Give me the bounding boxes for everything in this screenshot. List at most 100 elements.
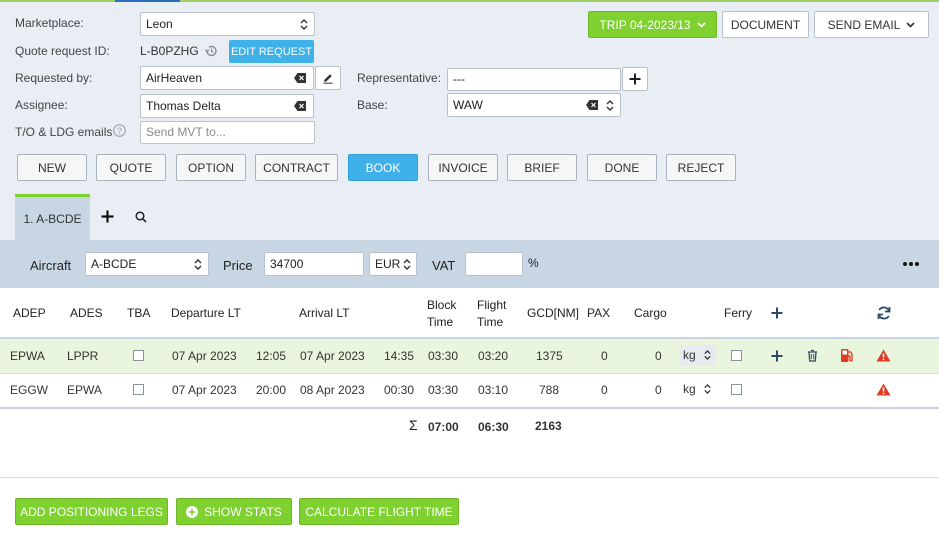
status-contract-button[interactable]: CONTRACT	[255, 154, 338, 181]
leg-cargo[interactable]: 0	[655, 373, 662, 408]
vat-percent-label: %	[528, 256, 539, 270]
assignee-field[interactable]: Thomas Delta	[140, 94, 314, 118]
col-cargo: Cargo	[634, 306, 667, 320]
add-tab-plus-icon[interactable]	[101, 210, 114, 223]
edit-requester-button[interactable]	[315, 66, 341, 90]
add-leg-plus-icon[interactable]	[771, 307, 783, 319]
sum-sigma: Σ	[409, 417, 418, 433]
price-label: Price	[223, 258, 253, 273]
status-quote-button[interactable]: QUOTE	[96, 154, 166, 181]
cargo-unit-select[interactable]: kg	[680, 379, 716, 400]
representative-field[interactable]: ---	[447, 68, 621, 91]
vat-input[interactable]	[465, 252, 523, 276]
base-label: Base:	[357, 98, 388, 112]
leg-pax[interactable]: 0	[601, 373, 608, 408]
status-new-button[interactable]: NEW	[17, 154, 87, 181]
add-leg-plus-icon[interactable]	[771, 350, 783, 362]
warning-icon[interactable]	[876, 349, 891, 362]
calculate-flight-time-button[interactable]: CALCULATE FLIGHT TIME	[299, 498, 459, 525]
tab-label: 1. A-BCDE	[23, 211, 82, 226]
status-invoice-button[interactable]: INVOICE	[428, 154, 498, 181]
quote-id-value: L-B0PZHG	[140, 44, 199, 58]
quote-id-label: Quote request ID:	[15, 44, 110, 58]
send-email-button[interactable]: SEND EMAIL	[814, 11, 929, 38]
cargo-unit-value: kg	[683, 382, 696, 396]
leg-block-time[interactable]: 03:30	[428, 373, 458, 408]
base-select[interactable]: WAW	[447, 93, 621, 117]
leg-adep[interactable]: EPWA	[10, 339, 45, 374]
leg-flight-time[interactable]: 03:10	[478, 373, 508, 408]
send-email-label: SEND EMAIL	[827, 17, 901, 32]
emails-input[interactable]: Send MVT to...	[140, 121, 315, 144]
col-adep: ADEP	[13, 306, 46, 320]
leg-adep[interactable]: EGGW	[10, 373, 48, 408]
trash-icon[interactable]	[807, 349, 818, 362]
leg-cargo[interactable]: 0	[655, 339, 662, 374]
clear-icon[interactable]	[586, 100, 598, 110]
status-label: QUOTE	[109, 160, 153, 175]
marketplace-select[interactable]: Leon	[140, 12, 315, 36]
leg-pax[interactable]: 0	[601, 339, 608, 374]
leg-flight-time[interactable]: 03:20	[478, 339, 508, 374]
status-option-button[interactable]: OPTION	[176, 154, 246, 181]
leg-block-time[interactable]: 03:30	[428, 339, 458, 374]
document-button[interactable]: DOCUMENT	[722, 11, 809, 38]
tba-checkbox[interactable]	[133, 350, 144, 361]
requested-by-field[interactable]: AirHeaven	[140, 66, 314, 90]
ferry-checkbox[interactable]	[731, 350, 742, 361]
status-brief-button[interactable]: BRIEF	[507, 154, 577, 181]
clear-icon[interactable]	[294, 101, 306, 111]
assignee-value: Thomas Delta	[146, 99, 221, 113]
more-options-icon[interactable]	[902, 261, 920, 267]
leg-dep-time[interactable]: 12:05	[256, 339, 286, 374]
add-representative-button[interactable]	[622, 67, 648, 91]
help-icon[interactable]: ?	[113, 124, 126, 137]
table-row[interactable]: EPWA LPPR 07 Apr 2023 12:05 07 Apr 2023 …	[0, 339, 939, 374]
leg-arr-date[interactable]: 07 Apr 2023	[300, 339, 365, 374]
leg-arr-date[interactable]: 08 Apr 2023	[300, 373, 365, 408]
clear-icon[interactable]	[294, 73, 306, 83]
status-reject-button[interactable]: REJECT	[666, 154, 736, 181]
currency-value: EUR	[375, 257, 401, 271]
leg-dep-time[interactable]: 20:00	[256, 373, 286, 408]
fuel-icon[interactable]	[840, 348, 854, 363]
status-done-button[interactable]: DONE	[587, 154, 657, 181]
price-input[interactable]: 34700	[264, 252, 364, 276]
leg-arr-time[interactable]: 00:30	[384, 373, 414, 408]
col-arrival: Arrival LT	[299, 306, 350, 320]
marketplace-value: Leon	[146, 17, 173, 31]
col-flight-time-1: Flight	[477, 298, 507, 312]
show-stats-button[interactable]: SHOW STATS	[176, 498, 292, 525]
updown-chevron-icon	[606, 100, 614, 111]
pencil-icon	[323, 74, 333, 84]
table-row[interactable]: EGGW EPWA 07 Apr 2023 20:00 08 Apr 2023 …	[0, 373, 939, 408]
emails-label: T/O & LDG emails	[15, 125, 113, 139]
tab-aircraft-1[interactable]: 1. A-BCDE	[15, 194, 90, 240]
currency-select[interactable]: EUR	[369, 252, 417, 276]
chevron-down-icon	[697, 21, 706, 28]
refresh-icon[interactable]	[876, 305, 892, 321]
col-departure: Departure LT	[171, 306, 241, 320]
edit-request-button[interactable]: EDIT REQUEST	[229, 40, 314, 63]
leg-dep-date[interactable]: 07 Apr 2023	[172, 373, 237, 408]
svg-text:?: ?	[117, 126, 122, 136]
cargo-unit-select[interactable]: kg	[680, 345, 716, 366]
aircraft-select[interactable]: A-BCDE	[85, 252, 209, 276]
col-tba: TBA	[127, 306, 151, 320]
leg-arr-time[interactable]: 14:35	[384, 339, 414, 374]
leg-dep-date[interactable]: 07 Apr 2023	[172, 339, 237, 374]
leg-ades[interactable]: EPWA	[67, 373, 102, 408]
col-pax: PAX	[587, 306, 611, 320]
warning-icon[interactable]	[876, 383, 891, 396]
search-icon[interactable]	[135, 211, 147, 223]
updown-chevron-icon	[194, 259, 202, 270]
status-book-button[interactable]: BOOK	[348, 154, 418, 181]
add-positioning-legs-button[interactable]: ADD POSITIONING LEGS	[15, 498, 168, 525]
trip-button[interactable]: TRIP 04-2023/13	[588, 11, 717, 38]
ferry-checkbox[interactable]	[731, 384, 742, 395]
history-icon[interactable]	[204, 44, 218, 58]
tba-checkbox[interactable]	[133, 384, 144, 395]
representative-label: Representative:	[357, 71, 442, 85]
leg-ades[interactable]: LPPR	[67, 339, 98, 374]
total-block-time: 07:00	[428, 420, 459, 434]
